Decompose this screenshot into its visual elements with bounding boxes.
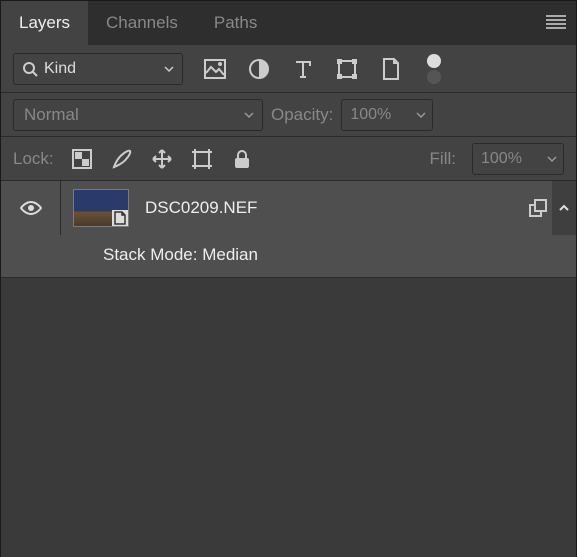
filter-kind-label: Kind xyxy=(44,60,76,78)
filter-shape-icon[interactable] xyxy=(335,57,359,81)
layer-row[interactable]: DSC0209.NEF Stack Mode: Median xyxy=(1,181,576,278)
filter-adjustment-icon[interactable] xyxy=(247,57,271,81)
opacity-value: 100% xyxy=(350,106,391,124)
layers-panel: Layers Channels Paths Kind xyxy=(0,0,577,557)
lock-transparency-icon[interactable] xyxy=(70,147,94,171)
tab-paths[interactable]: Paths xyxy=(196,1,275,45)
lock-pixels-icon[interactable] xyxy=(110,147,134,171)
tab-bar: Layers Channels Paths xyxy=(1,1,576,45)
filter-type-icon[interactable] xyxy=(291,57,315,81)
layer-list: DSC0209.NEF Stack Mode: Median xyxy=(1,181,576,557)
opacity-input[interactable]: 100% xyxy=(341,99,433,131)
blend-row: Normal Opacity: 100% xyxy=(1,93,576,137)
chevron-down-icon xyxy=(416,110,426,120)
lock-artboard-icon[interactable] xyxy=(190,147,214,171)
blend-mode-select[interactable]: Normal xyxy=(13,99,263,131)
search-icon xyxy=(22,61,38,77)
filter-toggle[interactable] xyxy=(427,54,441,84)
visibility-toggle[interactable] xyxy=(1,181,61,235)
fill-value: 100% xyxy=(481,150,522,168)
smart-object-badge-icon xyxy=(112,210,128,226)
layer-name-label: DSC0209.NEF xyxy=(145,198,524,218)
lock-position-icon[interactable] xyxy=(150,147,174,171)
tab-channels[interactable]: Channels xyxy=(88,1,196,45)
fill-label: Fill: xyxy=(430,149,456,169)
filter-pixel-icon[interactable] xyxy=(203,57,227,81)
lock-label: Lock: xyxy=(13,149,54,169)
lock-row: Lock: Fill: 100% xyxy=(1,137,576,181)
chevron-down-icon xyxy=(164,64,174,74)
blend-mode-value: Normal xyxy=(24,105,79,125)
eye-icon xyxy=(20,200,42,216)
filter-row: Kind xyxy=(1,45,576,93)
layer-thumbnail[interactable] xyxy=(73,189,129,227)
filter-kind-select[interactable]: Kind xyxy=(13,53,183,85)
chevron-up-icon xyxy=(558,202,570,214)
panel-menu-icon[interactable] xyxy=(546,13,566,29)
tab-layers[interactable]: Layers xyxy=(1,1,88,45)
opacity-label: Opacity: xyxy=(271,105,333,125)
smart-object-stack-icon xyxy=(524,198,552,218)
fill-input[interactable]: 100% xyxy=(472,143,564,175)
filter-smartobject-icon[interactable] xyxy=(379,57,403,81)
chevron-down-icon xyxy=(244,110,254,120)
layer-stack-mode-label: Stack Mode: Median xyxy=(1,235,576,277)
collapse-toggle[interactable] xyxy=(552,181,576,235)
lock-all-icon[interactable] xyxy=(230,147,254,171)
chevron-down-icon xyxy=(547,154,557,164)
